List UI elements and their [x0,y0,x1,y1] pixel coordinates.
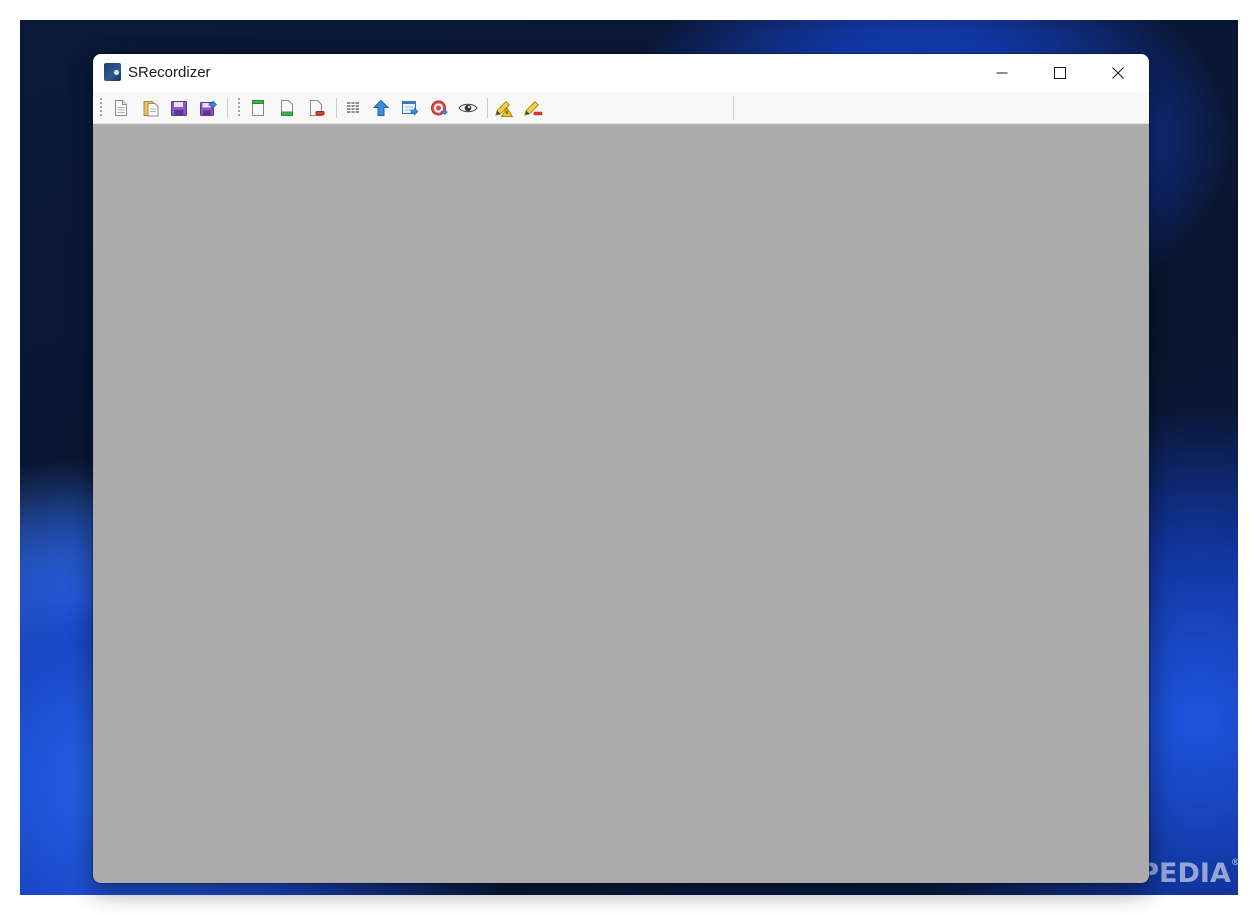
window-title: SRecordizer [128,64,211,81]
view-button[interactable] [457,97,479,119]
open-document-button[interactable] [140,97,162,119]
pencil-remove-icon [524,100,543,116]
document-delete-icon [310,100,325,116]
save-button[interactable] [168,97,190,119]
save-as-button[interactable] [197,97,219,119]
export-button[interactable] [399,97,421,119]
new-record-button[interactable] [247,97,269,119]
edit-remove-button[interactable] [522,97,544,119]
toolbar-separator [227,98,228,118]
maximize-button[interactable] [1031,54,1089,92]
close-button[interactable] [1089,54,1147,92]
arrow-up-icon [372,99,390,116]
minimize-icon [996,72,1008,74]
toolbar-grip[interactable] [100,97,102,117]
document-insert-icon [281,100,293,116]
toolbar-separator [336,98,337,118]
client-area[interactable] [93,124,1149,883]
list-view-button[interactable] [342,97,364,119]
edit-warning-button[interactable] [493,97,515,119]
toolbar-grip[interactable] [238,97,240,117]
close-icon [1112,67,1124,79]
save-icon [171,101,187,116]
delete-record-button[interactable] [305,97,327,119]
minimize-button[interactable] [973,54,1031,92]
app-window: SRecordizer [93,54,1149,883]
save-as-icon [200,100,217,116]
toolbar [93,92,1149,124]
maximize-icon [1054,67,1066,79]
open-document-icon [143,101,159,117]
new-document-button[interactable] [110,97,132,119]
insert-record-button[interactable] [276,97,298,119]
export-icon [402,101,419,116]
title-bar[interactable]: SRecordizer [93,54,1149,92]
target-icon [431,100,448,116]
list-icon [347,102,359,113]
eye-icon [458,103,478,113]
move-up-button[interactable] [370,97,392,119]
app-icon[interactable] [104,63,121,81]
pencil-warning-icon [495,100,514,117]
target-button[interactable] [428,97,450,119]
toolbar-separator [733,96,734,120]
new-document-icon [115,100,127,116]
toolbar-separator [487,98,488,118]
document-green-icon [252,100,264,116]
